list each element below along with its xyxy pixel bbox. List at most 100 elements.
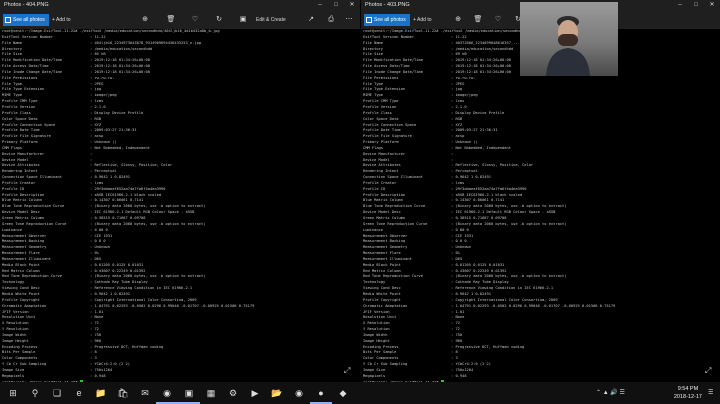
tray-icons[interactable]: ⌃ ▲ 🔊 ☰ <box>596 382 625 404</box>
exif-value: : 11.22 <box>90 34 106 39</box>
terminal-screenshot: root@xenit:~/Image-ExifTool-11.22# ./exi… <box>363 29 615 382</box>
photos-toolbar: See all photos + Add to ⊕ 🗑 ♡ ↻ ▣ Edit &… <box>0 11 360 29</box>
delete-icon[interactable]: 🗑 <box>166 15 176 25</box>
exif-value: : 72 <box>451 327 460 332</box>
expand-icon[interactable]: ⤢ <box>705 366 711 376</box>
exif-value: : 2019:12:18 01:34:26+00:00 <box>451 69 511 74</box>
exif-value: : 2009:03:27 21:36:31 <box>451 128 498 133</box>
exif-value: : 2.1.0 <box>90 104 106 109</box>
camera-icon[interactable]: ● <box>310 382 332 404</box>
exif-value: : None <box>451 315 465 320</box>
exif-value: : Not Embedded, Independent <box>90 145 150 150</box>
search-icon[interactable]: ⚲ <box>24 382 46 404</box>
exif-value: : 750x1264 <box>90 367 113 372</box>
edit-create-button[interactable]: Edit & Create <box>256 14 286 26</box>
delete-icon[interactable]: 🗑 <box>473 15 483 25</box>
add-to-button[interactable]: + Add to <box>52 14 71 26</box>
see-all-label: See all photos <box>13 17 45 23</box>
rotate-icon[interactable]: ↻ <box>214 15 224 25</box>
task-view-icon[interactable]: ❏ <box>46 382 68 404</box>
exif-value: : acsp <box>451 134 465 139</box>
minimize-button[interactable]: – <box>312 0 328 11</box>
photo-viewer: root@xenit:~/Image-ExifTool-11.22# ./exi… <box>361 29 720 382</box>
exif-value: : 3 <box>451 356 458 361</box>
exif-value: : Progressive DCT, Huffman coding <box>90 344 164 349</box>
more-icon[interactable]: ⋯ <box>344 15 354 25</box>
exif-value: : JPEG <box>90 81 104 86</box>
share-icon[interactable]: ↗ <box>306 15 316 25</box>
notifications-icon[interactable]: ☰ <box>708 382 713 404</box>
exif-value: : 1.04791 0.02293 -0.0502 0.0296 0.99046… <box>451 303 616 308</box>
chrome-icon[interactable]: ◉ <box>156 382 178 404</box>
exif-key: Megapixels <box>2 373 25 378</box>
exif-value: : sRGB IEC61966-2.1 black scaled <box>451 192 523 197</box>
see-all-photos-button[interactable]: See all photos <box>364 14 410 26</box>
firefox-icon[interactable]: ◉ <box>288 382 310 404</box>
zoom-icon[interactable]: ⊕ <box>453 15 463 25</box>
heart-icon[interactable]: ♡ <box>190 15 200 25</box>
exif-value: : 85 kB <box>90 52 106 57</box>
maximize-button[interactable]: □ <box>328 0 344 11</box>
exif-value: : 960 <box>451 338 463 343</box>
exif-value: : CIE 1931 <box>90 233 113 238</box>
app-icon[interactable]: ◆ <box>332 382 354 404</box>
exif-value: : 2009:03:27 21:36:31 <box>90 128 137 133</box>
photos-icon[interactable]: ▣ <box>178 382 200 404</box>
windows-start-icon[interactable]: ⊞ <box>2 382 24 404</box>
grid-icon <box>366 16 372 23</box>
exif-value: : YCbCr4:2:0 (2 2) <box>451 362 491 367</box>
exif-value: : CIE 1931 <box>451 233 474 238</box>
exif-value: : Cathode Ray Tube Display <box>451 280 509 285</box>
exif-value: : Progressive DCT, Huffman coding <box>451 344 525 349</box>
webcam-overlay <box>520 2 618 76</box>
expand-icon[interactable]: ⤢ <box>344 366 350 376</box>
exif-value: : (Binary data 2060 bytes, use -b option… <box>90 274 206 279</box>
settings-icon[interactable]: ⚙ <box>222 382 244 404</box>
media-icon[interactable]: ▶ <box>244 382 266 404</box>
exif-key: Megapixels <box>363 373 386 378</box>
window-title: Photos - 404.PNG <box>4 2 49 8</box>
clock-time: 9:54 PM <box>677 386 699 392</box>
exif-value: : image/jpeg <box>451 93 478 98</box>
file-explorer-icon[interactable]: 📁 <box>90 382 112 404</box>
exif-value: : jpg <box>451 87 463 92</box>
exif-value: : 0.9642 1 0.82491 <box>451 175 491 180</box>
exif-value: : Reference Viewing Condition in IEC 619… <box>90 286 193 291</box>
exif-value: : XYZ <box>451 122 463 127</box>
close-button[interactable]: ✕ <box>344 0 360 11</box>
person-silhouette <box>546 16 590 76</box>
terminal-icon[interactable]: ▦ <box>200 382 222 404</box>
exif-value: : 0% <box>90 251 99 256</box>
mail-icon[interactable]: ✉ <box>134 382 156 404</box>
exif-value: : Copyright International Color Consorti… <box>90 297 197 302</box>
exif-value: : D65 <box>451 256 463 261</box>
window-title: Photos - 403.PNG <box>365 2 410 8</box>
exif-value: : 72 <box>90 327 99 332</box>
exif-value: : 1.04791 0.02293 -0.0502 0.0296 0.99046… <box>90 303 255 308</box>
exif-value: : 2019:12:18 01:34:26+00:00 <box>90 69 150 74</box>
zoom-icon[interactable]: ⊕ <box>140 15 150 25</box>
exif-value: : <box>90 157 95 162</box>
exif-value: : 69 kB <box>451 52 467 57</box>
edge-icon[interactable]: e <box>68 382 90 404</box>
heart-icon[interactable]: ♡ <box>493 15 503 25</box>
folder-icon[interactable]: 📂 <box>266 382 288 404</box>
exif-value: : 2019:12:18 01:34:26+00:00 <box>90 64 150 69</box>
see-all-photos-button[interactable]: See all photos <box>3 14 49 26</box>
window-controls: – □ ✕ <box>312 0 360 11</box>
clock[interactable]: 9:54 PM 2018-12-17 <box>674 385 702 401</box>
crop-icon[interactable]: ▣ <box>238 15 248 25</box>
maximize-button[interactable]: □ <box>688 0 704 11</box>
print-icon[interactable]: ⎙ <box>326 15 336 25</box>
add-to-label: Add to <box>417 17 432 23</box>
exif-value: : 0.948 <box>451 373 467 378</box>
store-icon[interactable]: 🛍 <box>112 382 134 404</box>
exif-value: : Reflective, Glossy, Positive, Color <box>90 163 173 168</box>
exif-value: : 750 <box>451 332 463 337</box>
exif-value: : YCbCr4:2:0 (2 2) <box>90 362 130 367</box>
minimize-button[interactable]: – <box>672 0 688 11</box>
close-button[interactable]: ✕ <box>704 0 720 11</box>
exif-value: : rw-rw-rw- <box>451 75 476 80</box>
add-to-button[interactable]: + Add to <box>413 14 432 26</box>
exif-value: : 0.14307 0.06061 0.7141 <box>90 198 144 203</box>
